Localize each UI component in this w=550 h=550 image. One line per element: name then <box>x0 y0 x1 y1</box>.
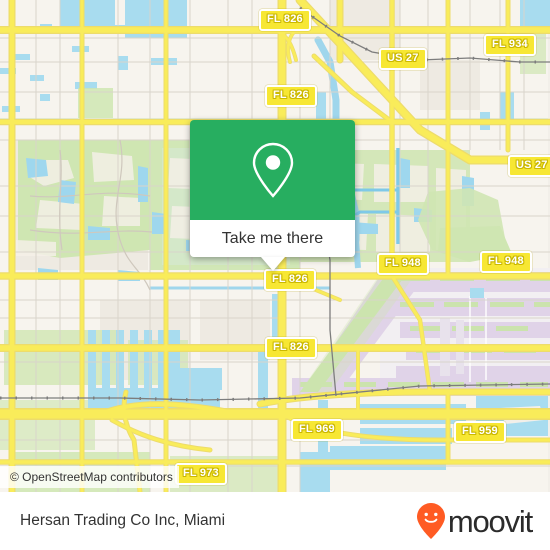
bottom-bar: Hersan Trading Co Inc, Miami moovit <box>0 492 550 550</box>
road-shield: FL 826 <box>264 269 316 291</box>
road-shield: FL 959 <box>454 421 506 443</box>
road-shield: FL 826 <box>265 85 317 107</box>
callout-action-bar[interactable]: Take me there <box>190 220 355 271</box>
take-me-there-callout[interactable]: Take me there <box>190 120 355 271</box>
moovit-brand[interactable]: moovit <box>416 502 533 540</box>
callout-pin-panel <box>190 120 355 220</box>
road-shield: FL 948 <box>377 253 429 275</box>
moovit-wordmark: moovit <box>447 503 533 539</box>
moovit-map-screen: FL 826 FL 934 US 27 FL 826 US 27 FL 826 FL 948… <box>0 0 550 550</box>
road-shield: FL 934 <box>484 34 536 56</box>
road-shield: FL 826 <box>265 337 317 359</box>
road-shield: US 27 <box>508 155 550 177</box>
place-name-label: Hersan Trading Co Inc, Miami <box>20 512 226 529</box>
road-shield: US 27 <box>379 48 427 70</box>
take-me-there-label: Take me there <box>221 229 324 247</box>
moovit-pin-icon <box>416 503 445 539</box>
attribution-text: © OpenStreetMap contributors <box>10 470 173 484</box>
road-shield: FL 973 <box>175 463 227 485</box>
map-attribution[interactable]: © OpenStreetMap contributors <box>0 466 179 488</box>
callout-pointer <box>260 257 285 271</box>
map-pin-icon <box>252 142 293 198</box>
road-shield: FL 969 <box>291 419 343 441</box>
road-shield: FL 948 <box>480 251 532 273</box>
road-shield: FL 826 <box>259 9 311 31</box>
